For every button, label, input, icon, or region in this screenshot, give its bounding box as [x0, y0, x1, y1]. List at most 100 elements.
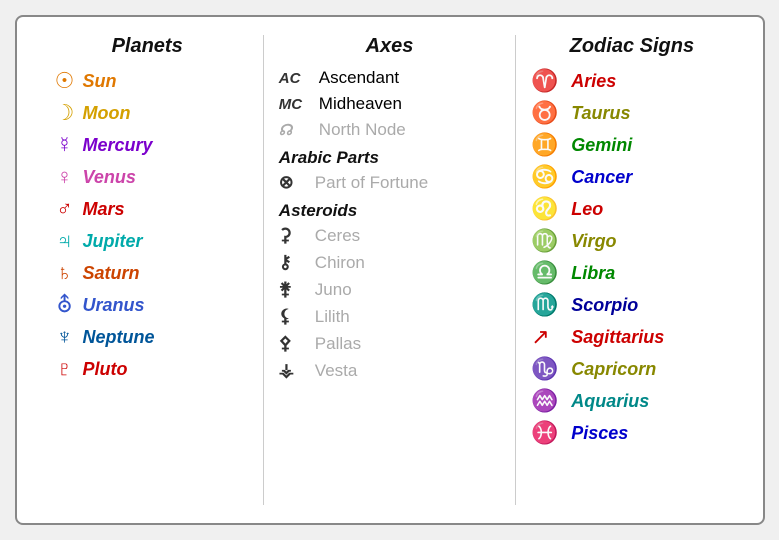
zodiac-row: ♎ Libra	[531, 260, 732, 286]
planet-row: ♂ Mars	[47, 196, 248, 222]
planet-symbol: ♆	[47, 324, 83, 350]
zodiac-column: Zodiac Signs ♈ Aries ♉ Taurus ♊ Gemini ♋…	[521, 35, 742, 505]
asteroid-row: ⚴ Pallas	[279, 333, 500, 354]
planets-column: Planets ☉ Sun ☽ Moon ☿ Mercury ♀ Venus ♂…	[37, 35, 258, 505]
zodiac-symbol: ↗	[531, 324, 571, 350]
planet-label: Pluto	[83, 359, 128, 380]
arabic-name: Part of Fortune	[315, 173, 428, 193]
divider-2	[515, 35, 516, 505]
asteroid-symbol: ⚶	[279, 360, 315, 381]
asteroid-symbol: ⚸	[279, 306, 315, 327]
zodiac-row: ♒ Aquarius	[531, 388, 732, 414]
asteroid-row: ⚸ Lilith	[279, 306, 500, 327]
planet-label: Neptune	[83, 327, 155, 348]
zodiac-symbol: ♉	[531, 100, 571, 126]
planet-row: ☿ Mercury	[47, 132, 248, 158]
asteroid-name: Ceres	[315, 226, 360, 246]
zodiac-label: Gemini	[571, 135, 632, 156]
zodiac-label: Aquarius	[571, 391, 649, 412]
planet-symbol: ☿	[47, 132, 83, 158]
zodiac-symbol: ♊	[531, 132, 571, 158]
zodiac-label: Cancer	[571, 167, 632, 188]
planet-symbol: ♂	[47, 196, 83, 222]
zodiac-title: Zodiac Signs	[531, 35, 732, 58]
zodiac-label: Scorpio	[571, 295, 638, 316]
planet-label: Mars	[83, 199, 125, 220]
planet-label: Sun	[83, 71, 117, 92]
asteroid-name: Lilith	[315, 307, 350, 327]
zodiac-row: ♋ Cancer	[531, 164, 732, 190]
zodiac-symbol: ♒	[531, 388, 571, 414]
planet-symbol: ☽	[47, 100, 83, 126]
axis-name: North Node	[319, 120, 406, 140]
asteroid-row: ⚵ Juno	[279, 279, 500, 300]
axes-column: Axes AC Ascendant MC Midheaven ☊ North N…	[269, 35, 510, 505]
planet-symbol: ♀	[47, 164, 83, 190]
zodiac-label: Taurus	[571, 103, 630, 124]
planet-row: ♀ Venus	[47, 164, 248, 190]
planet-label: Uranus	[83, 295, 145, 316]
zodiac-symbol: ♏	[531, 292, 571, 318]
asteroid-name: Juno	[315, 280, 352, 300]
zodiac-label: Leo	[571, 199, 603, 220]
zodiac-row: ♉ Taurus	[531, 100, 732, 126]
zodiac-row: ♏ Scorpio	[531, 292, 732, 318]
planet-symbol: ☉	[47, 68, 83, 94]
asteroid-name: Pallas	[315, 334, 361, 354]
main-card: Planets ☉ Sun ☽ Moon ☿ Mercury ♀ Venus ♂…	[15, 15, 765, 525]
planets-title: Planets	[47, 35, 248, 58]
axis-symbol: MC	[279, 96, 315, 113]
axis-row: AC Ascendant	[279, 68, 500, 88]
asteroid-name: Chiron	[315, 253, 365, 273]
zodiac-row: ♍ Virgo	[531, 228, 732, 254]
asteroid-symbol: ⚷	[279, 252, 315, 273]
asteroid-symbol: ⚳	[279, 225, 315, 246]
planet-symbol: ♇	[47, 356, 83, 382]
axis-row: MC Midheaven	[279, 94, 500, 114]
zodiac-symbol: ♎	[531, 260, 571, 286]
zodiac-symbol: ♍	[531, 228, 571, 254]
planet-symbol: ♄	[47, 260, 83, 286]
arabic-symbol: ⊗	[279, 172, 315, 193]
planet-label: Mercury	[83, 135, 153, 156]
zodiac-row: ↗ Sagittarius	[531, 324, 732, 350]
axis-row: ☊ North Node	[279, 120, 500, 140]
asteroid-name: Vesta	[315, 361, 358, 381]
planet-label: Jupiter	[83, 231, 143, 252]
zodiac-label: Virgo	[571, 231, 616, 252]
asteroids-title: Asteroids	[279, 201, 500, 221]
zodiac-row: ♌ Leo	[531, 196, 732, 222]
divider-1	[263, 35, 264, 505]
asteroid-row: ⚶ Vesta	[279, 360, 500, 381]
arabic-part-row: ⊗ Part of Fortune	[279, 172, 500, 193]
zodiac-symbol: ♋	[531, 164, 571, 190]
planet-row: ♄ Saturn	[47, 260, 248, 286]
axes-title: Axes	[279, 35, 500, 58]
zodiac-label: Sagittarius	[571, 327, 664, 348]
zodiac-symbol: ♑	[531, 356, 571, 382]
planet-row: ♃ Jupiter	[47, 228, 248, 254]
planet-row: ⛢ Uranus	[47, 292, 248, 318]
planet-row: ☽ Moon	[47, 100, 248, 126]
axis-name: Midheaven	[319, 94, 402, 114]
zodiac-symbol: ♓	[531, 420, 571, 446]
zodiac-row: ♓ Pisces	[531, 420, 732, 446]
asteroid-row: ⚳ Ceres	[279, 225, 500, 246]
axis-name: Ascendant	[319, 68, 399, 88]
zodiac-label: Capricorn	[571, 359, 656, 380]
planet-row: ☉ Sun	[47, 68, 248, 94]
asteroid-row: ⚷ Chiron	[279, 252, 500, 273]
planet-label: Venus	[83, 167, 136, 188]
planet-label: Saturn	[83, 263, 140, 284]
asteroid-symbol: ⚵	[279, 279, 315, 300]
planet-symbol: ⛢	[47, 292, 83, 318]
planet-row: ♇ Pluto	[47, 356, 248, 382]
zodiac-symbol: ♌	[531, 196, 571, 222]
arabic-parts-title: Arabic Parts	[279, 148, 500, 168]
zodiac-row: ♑ Capricorn	[531, 356, 732, 382]
zodiac-row: ♈ Aries	[531, 68, 732, 94]
planet-row: ♆ Neptune	[47, 324, 248, 350]
zodiac-label: Aries	[571, 71, 616, 92]
planet-label: Moon	[83, 103, 131, 124]
asteroid-symbol: ⚴	[279, 333, 315, 354]
